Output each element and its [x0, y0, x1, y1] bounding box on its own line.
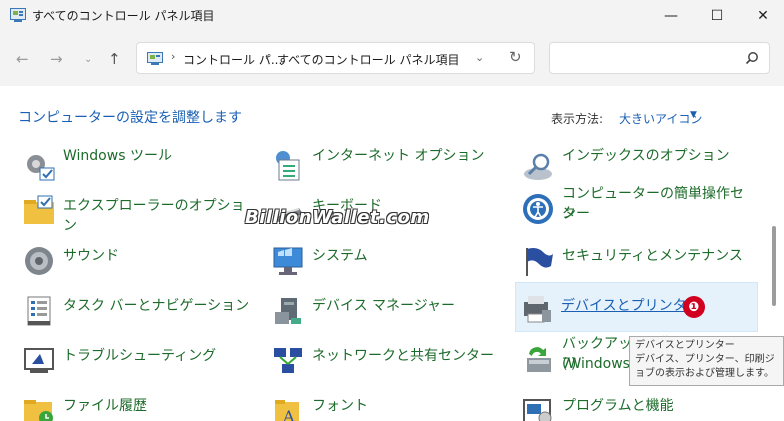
item-label: Windows ツール — [63, 148, 172, 164]
item-label: コンピューターの簡単操作セン — [562, 186, 744, 222]
explorer-options-icon — [24, 195, 54, 224]
item-security-maintenance[interactable]: セキュリティとメンテナンス — [517, 240, 757, 288]
item-label: ネットワークと共有センター — [312, 348, 494, 364]
fonts-icon: A — [275, 400, 299, 421]
item-troubleshooting[interactable]: トラブルシューティング — [18, 340, 258, 388]
item-label: システム — [312, 248, 368, 264]
item-explorer-options[interactable]: エクスプローラーのオプション — [18, 190, 258, 238]
item-taskbar-navigation[interactable]: タスク バーとナビゲーション — [18, 290, 258, 338]
item-label: エクスプローラーのオプション — [63, 198, 245, 234]
indexing-options-icon — [524, 153, 552, 180]
internet-options-icon — [276, 151, 300, 181]
page-title: コンピューターの設定を調整します — [18, 110, 242, 126]
item-label: デバイスとプリンター — [561, 298, 701, 314]
item-label: インデックスのオプション — [562, 148, 730, 164]
item-label: プログラムと機能 — [562, 398, 674, 414]
item-sound[interactable]: サウンド — [18, 240, 258, 288]
item-file-history[interactable]: ファイル履歴 — [18, 390, 258, 421]
item-internet-options[interactable]: インターネット オプション — [267, 146, 507, 194]
item-label-line2: ター — [562, 206, 590, 222]
up-button[interactable]: ↑ — [108, 50, 121, 68]
tooltip-title: デバイスとプリンター — [635, 340, 735, 351]
item-label: トラブルシューティング — [63, 348, 217, 364]
item-label: タスク バーとナビゲーション — [63, 298, 250, 314]
view-by-dropdown-icon[interactable]: ▼ — [690, 110, 697, 120]
address-dropdown-button[interactable]: ⌄ — [475, 51, 484, 64]
scrollbar-thumb[interactable] — [772, 226, 776, 306]
item-label: フォント — [312, 398, 368, 414]
item-programs-features[interactable]: プログラムと機能 — [517, 390, 757, 421]
programs-features-icon — [523, 399, 552, 421]
file-history-icon — [24, 400, 53, 421]
content-header: コンピューターの設定を調整します 表示方法: 大きいアイコン ▼ — [0, 86, 784, 146]
item-fonts[interactable]: A フォント — [267, 390, 507, 421]
system-icon — [273, 247, 303, 275]
breadcrumb-separator: › — [265, 50, 270, 63]
sound-icon — [25, 247, 53, 275]
maximize-button[interactable]: ☐ — [694, 0, 740, 32]
search-box[interactable] — [549, 42, 770, 74]
watermark: BillionWallet.com — [245, 207, 430, 228]
svg-text:A: A — [282, 407, 295, 421]
address-toolbar: ← → ⌄ ↑ › コントロール パ... › すべてのコントロール パネル項目… — [0, 32, 784, 86]
tooltip: デバイスとプリンター デバイス、プリンター、印刷ジョブの表示および管理します。 — [629, 336, 784, 386]
ease-of-access-icon — [523, 194, 553, 224]
control-panel-icon — [147, 52, 163, 65]
window-title: すべてのコントロール パネル項目 — [32, 9, 215, 23]
taskbar-icon — [27, 296, 51, 326]
item-label: セキュリティとメンテナンス — [562, 248, 743, 264]
close-button[interactable]: ✕ — [740, 0, 784, 32]
backup-restore-icon — [527, 347, 551, 372]
breadcrumb-all-items[interactable]: すべてのコントロール パネル項目 — [277, 51, 460, 68]
control-panel-icon — [10, 8, 26, 22]
title-bar: すべてのコントロール パネル項目 — ☐ ✕ — [0, 0, 784, 32]
tooltip-description: デバイス、プリンター、印刷ジョブの表示および管理します。 — [635, 354, 775, 379]
item-label: サウンド — [63, 248, 119, 264]
item-devices-printers[interactable]: デバイスとプリンター ❶ — [515, 282, 758, 332]
refresh-button[interactable]: ↻ — [509, 48, 522, 66]
step-badge: ❶ — [683, 296, 705, 318]
search-icon — [745, 52, 758, 65]
address-bar[interactable]: › コントロール パ... › すべてのコントロール パネル項目 ⌄ ↻ — [136, 42, 535, 74]
device-manager-icon — [275, 298, 301, 324]
item-windows-tools[interactable]: Windows ツール — [18, 146, 258, 194]
recent-locations-button[interactable]: ⌄ — [84, 54, 92, 65]
view-by-label: 表示方法: — [551, 112, 604, 126]
item-label: インターネット オプション — [312, 148, 485, 164]
forward-button[interactable]: → — [50, 50, 63, 68]
item-network-sharing[interactable]: ネットワークと共有センター — [267, 340, 507, 388]
troubleshooting-icon — [24, 348, 54, 373]
item-ease-of-access[interactable]: コンピューターの簡単操作セン ター — [517, 182, 757, 230]
item-label: デバイス マネージャー — [312, 298, 456, 314]
windows-tools-icon — [27, 155, 55, 181]
item-system[interactable]: システム — [267, 240, 507, 288]
item-device-manager[interactable]: デバイス マネージャー — [267, 290, 507, 338]
devices-printers-icon — [524, 296, 551, 323]
network-sharing-icon — [274, 348, 302, 373]
breadcrumb-separator: › — [171, 50, 176, 63]
minimize-button[interactable]: — — [648, 0, 694, 32]
security-maintenance-icon — [526, 248, 553, 276]
item-label: ファイル履歴 — [63, 398, 147, 414]
item-label-line2: 7) — [562, 356, 577, 372]
back-button[interactable]: ← — [16, 50, 29, 68]
